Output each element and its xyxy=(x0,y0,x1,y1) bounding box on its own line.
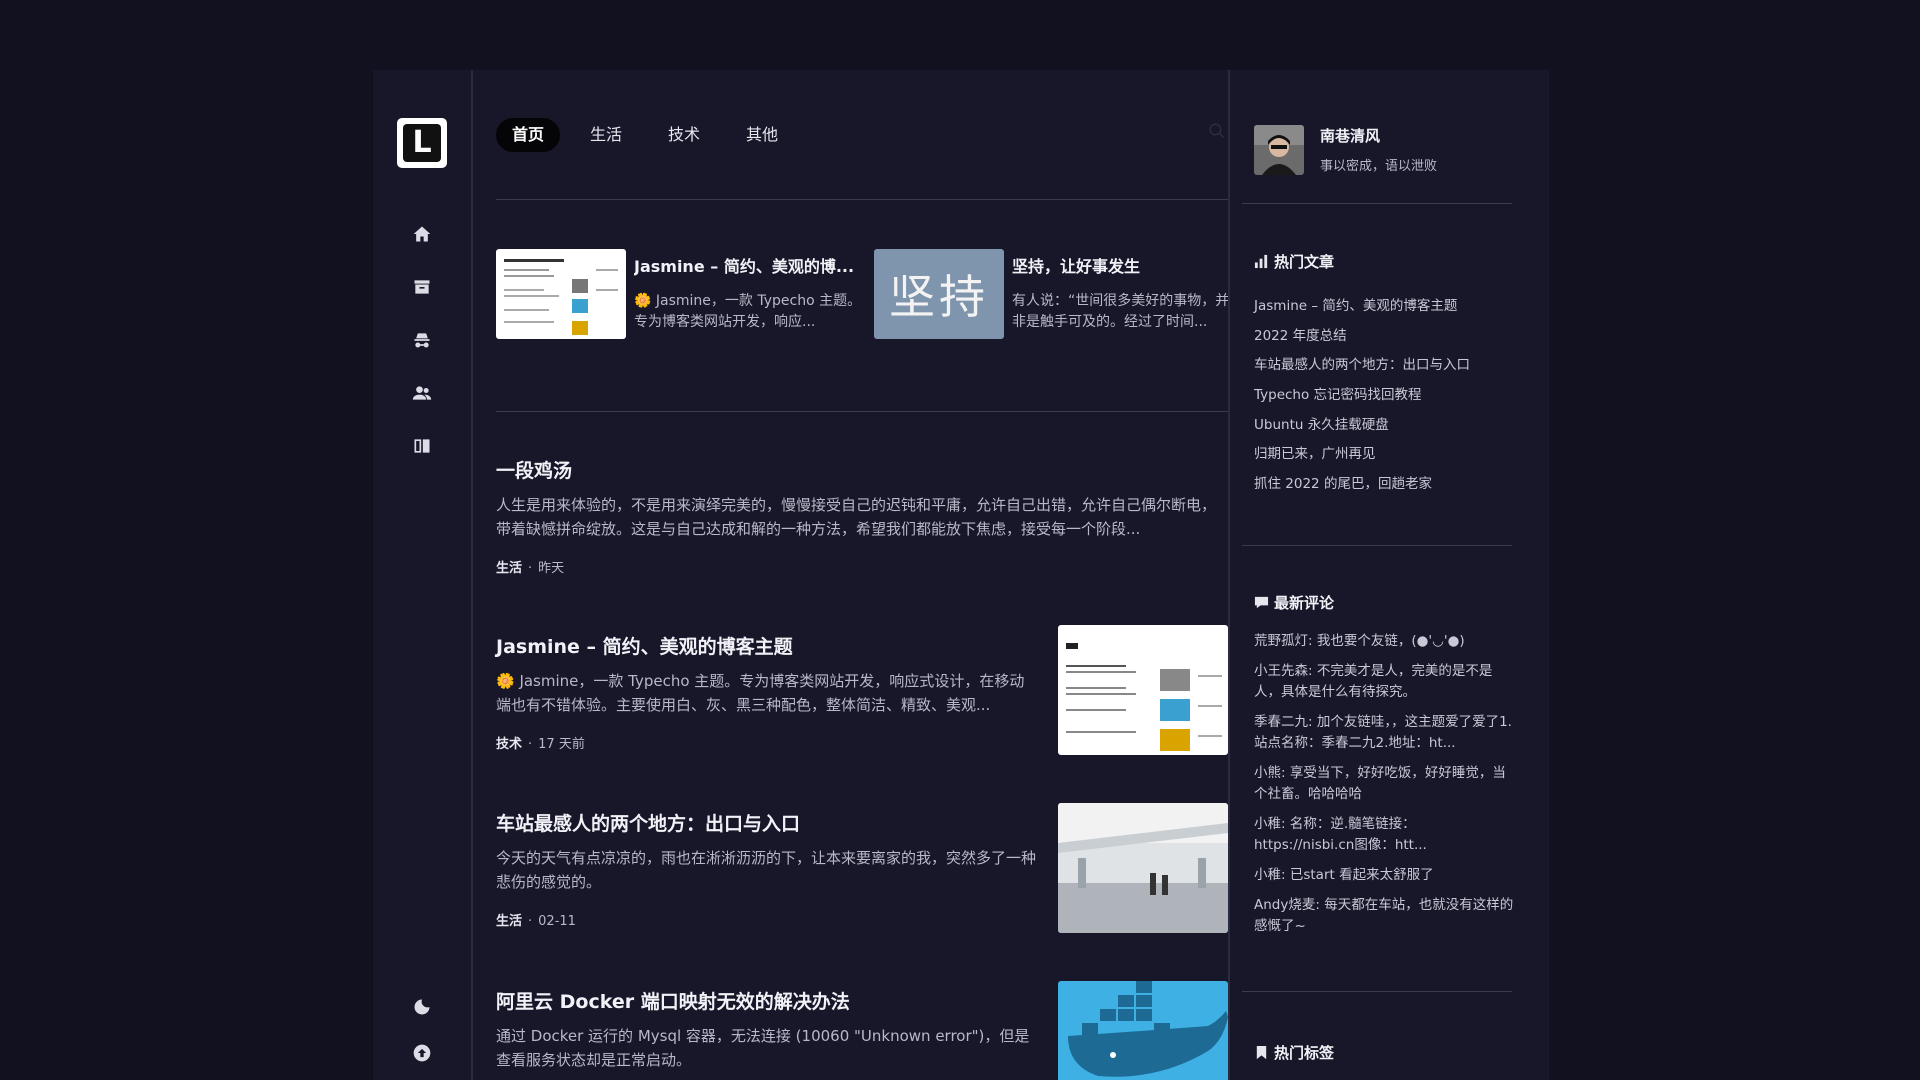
post-title[interactable]: Jasmine – 简约、美观的博客主题 xyxy=(496,633,1036,661)
latest-comments-heading: 最新评论 xyxy=(1254,592,1334,613)
avatar[interactable] xyxy=(1254,125,1304,175)
featured-card[interactable]: 坚持 坚持，让好事发生 有人说：“世间很多美好的事物，并非是触手可及的。经过了时… xyxy=(874,249,1244,341)
post-category[interactable]: 技术 xyxy=(496,737,522,752)
comment-icon xyxy=(1254,596,1269,609)
moon-icon[interactable] xyxy=(409,994,435,1020)
comment-item[interactable]: 小稚: 已start 看起来太舒服了 xyxy=(1254,865,1514,886)
hot-article-link[interactable]: 归期已来，广州再见 xyxy=(1254,440,1524,470)
post-title[interactable]: 车站最感人的两个地方：出口与入口 xyxy=(496,810,1036,838)
post-item: 一段鸡汤 人生是用来体验的，不是用来演绎完美的，慢慢接受自己的迟钝和平庸，允许自… xyxy=(496,457,1228,576)
post-excerpt: 人生是用来体验的，不是用来演绎完美的，慢慢接受自己的迟钝和平庸，允许自己出错，允… xyxy=(496,496,1217,538)
page-frame: L 首页 生活 技术 其他 Jasmine – 简约、美观的博... 🌼 Jas… xyxy=(373,70,1549,1080)
thumbnail-text: 坚持 xyxy=(889,270,989,324)
divider xyxy=(496,411,1228,412)
comment-item[interactable]: 季春二九: 加个友链哇，，这主题爱了爱了1.站点名称：季春二九2.地址：ht..… xyxy=(1254,712,1514,754)
featured-card[interactable]: Jasmine – 简约、美观的博... 🌼 Jasmine，一款 Typech… xyxy=(496,249,866,341)
post-excerpt: 今天的天气有点凉凉的，雨也在淅淅沥沥的下，让本来要离家的我，突然多了一种悲伤的感… xyxy=(496,849,1036,891)
search-icon[interactable] xyxy=(1208,122,1228,142)
post-thumbnail[interactable] xyxy=(1058,625,1228,755)
tab-other[interactable]: 其他 xyxy=(730,118,794,152)
post-excerpt: 🌼 Jasmine，一款 Typecho 主题。专为博客类网站开发，响应式设计，… xyxy=(496,672,1025,714)
left-rail: L xyxy=(373,70,473,1080)
logo-letter: L xyxy=(403,124,441,162)
hot-article-link[interactable]: 车站最感人的两个地方：出口与入口 xyxy=(1254,351,1524,381)
category-tabs: 首页 生活 技术 其他 xyxy=(496,118,808,152)
latest-comments-list: 荒野孤灯: 我也要个友链，(●'◡'●) 小王先森: 不完美才是人，完美的是不是… xyxy=(1254,631,1514,946)
post-thumbnail[interactable] xyxy=(1058,981,1228,1080)
hot-article-link[interactable]: Typecho 忘记密码找回教程 xyxy=(1254,381,1524,411)
hot-article-link[interactable]: Jasmine – 简约、美观的博客主题 xyxy=(1254,292,1524,322)
post-item: Jasmine – 简约、美观的博客主题 🌼 Jasmine，一款 Typech… xyxy=(496,633,1036,752)
spy-icon[interactable] xyxy=(409,327,435,353)
post-title[interactable]: 阿里云 Docker 端口映射无效的解决办法 xyxy=(496,988,1036,1016)
post-title[interactable]: 一段鸡汤 xyxy=(496,457,1228,485)
widget-title: 最新评论 xyxy=(1274,594,1335,612)
hot-article-link[interactable]: Ubuntu 永久挂载硬盘 xyxy=(1254,411,1524,441)
post-date: 02-11 xyxy=(538,914,576,929)
hot-articles-heading: 热门文章 xyxy=(1254,251,1334,272)
post-date: 17 天前 xyxy=(538,737,585,752)
back-to-top-icon[interactable] xyxy=(409,1040,435,1066)
widget-title: 热门标签 xyxy=(1274,1044,1335,1062)
friends-icon[interactable] xyxy=(409,380,435,406)
hot-article-link[interactable]: 2022 年度总结 xyxy=(1254,322,1524,352)
featured-thumbnail: 坚持 xyxy=(874,249,1004,339)
post-item: 阿里云 Docker 端口映射无效的解决办法 通过 Docker 运行的 Mys… xyxy=(496,988,1036,1072)
featured-desc: 有人说：“世间很多美好的事物，并非是触手可及的。经过了时间... xyxy=(1012,293,1230,330)
divider xyxy=(1242,545,1512,546)
comment-item[interactable]: 小王先森: 不完美才是人，完美的是不是人，具体是什么有待探究。 xyxy=(1254,661,1514,703)
tab-home[interactable]: 首页 xyxy=(496,118,561,152)
post-category[interactable]: 生活 xyxy=(496,561,522,576)
book-icon[interactable] xyxy=(409,433,435,459)
tab-tech[interactable]: 技术 xyxy=(652,118,716,152)
widget-title: 热门文章 xyxy=(1274,253,1335,271)
tab-life[interactable]: 生活 xyxy=(574,118,638,152)
divider xyxy=(1242,203,1512,204)
post-meta: 技术 · 17 天前 xyxy=(496,733,1036,752)
post-item: 车站最感人的两个地方：出口与入口 今天的天气有点凉凉的，雨也在淅淅沥沥的下，让本… xyxy=(496,810,1036,929)
main-content: 首页 生活 技术 其他 Jasmine – 简约、美观的博... 🌼 Jasmi… xyxy=(496,70,1229,1080)
featured-title: Jasmine – 简约、美观的博... xyxy=(634,257,855,276)
comment-item[interactable]: 小稚: 名称：逆.髓笔链接：https://nisbi.cn图像：htt... xyxy=(1254,814,1514,856)
archive-icon[interactable] xyxy=(409,274,435,300)
meta-separator: · xyxy=(528,561,533,576)
site-logo[interactable]: L xyxy=(397,118,447,168)
post-meta: 生活 · 02-11 xyxy=(496,910,1036,929)
right-sidebar: 南巷清风 事以密成，语以泄败 热门文章 Jasmine – 简约、美观的博客主题… xyxy=(1228,70,1551,1080)
divider xyxy=(496,199,1228,200)
hot-tags-heading: 热门标签 xyxy=(1254,1042,1334,1063)
hot-articles-list: Jasmine – 简约、美观的博客主题 2022 年度总结 车站最感人的两个地… xyxy=(1254,292,1524,500)
post-date: 昨天 xyxy=(538,561,565,576)
home-icon[interactable] xyxy=(409,221,435,247)
comment-item[interactable]: Andy烧麦: 每天都在车站，也就没有这样的感慨了~ xyxy=(1254,895,1514,937)
hot-article-link[interactable]: 抓住 2022 的尾巴，回趟老家 xyxy=(1254,470,1524,500)
meta-separator: · xyxy=(528,914,533,929)
post-excerpt: 通过 Docker 运行的 Mysql 容器，无法连接 (10060 "Unkn… xyxy=(496,1027,1030,1069)
divider xyxy=(1242,991,1512,992)
featured-title: 坚持，让好事发生 xyxy=(1012,257,1141,276)
bookmark-icon xyxy=(1256,1045,1267,1060)
comment-item[interactable]: 小熊: 享受当下，好好吃饭，好好睡觉，当个社畜。哈哈哈哈 xyxy=(1254,763,1514,805)
featured-thumbnail xyxy=(496,249,626,339)
meta-separator: · xyxy=(528,737,533,752)
post-category[interactable]: 生活 xyxy=(496,914,522,929)
bar-chart-icon xyxy=(1254,254,1268,269)
featured-desc: 🌼 Jasmine，一款 Typecho 主题。专为博客类网站开发，响应... xyxy=(634,293,862,330)
author-bio: 事以密成，语以泄败 xyxy=(1320,159,1438,174)
author-name[interactable]: 南巷清风 xyxy=(1320,125,1380,146)
comment-item[interactable]: 荒野孤灯: 我也要个友链，(●'◡'●) xyxy=(1254,631,1514,652)
post-meta: 生活 · 昨天 xyxy=(496,557,1228,576)
post-thumbnail[interactable] xyxy=(1058,803,1228,933)
